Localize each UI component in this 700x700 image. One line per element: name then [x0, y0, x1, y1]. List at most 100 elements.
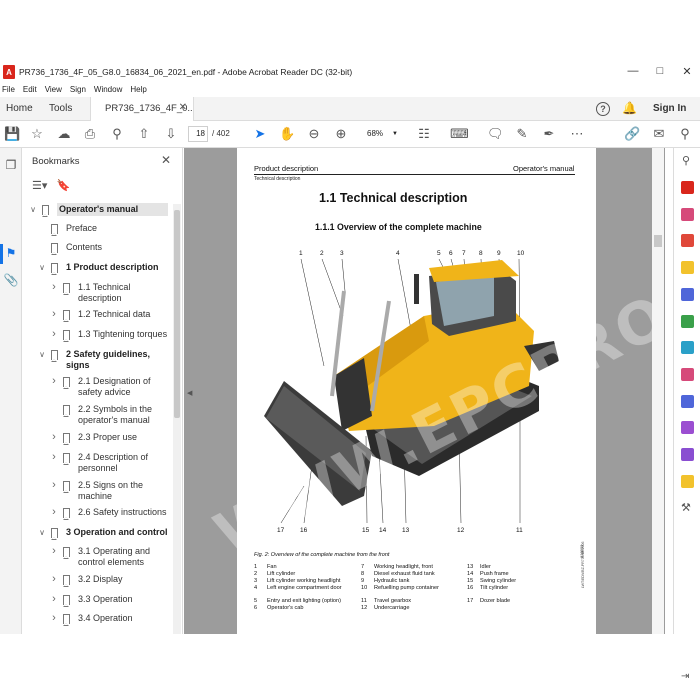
callout-number: 2 — [320, 250, 324, 257]
expand-caret-icon[interactable]: › — [50, 328, 58, 340]
bookmarks-scroll-thumb[interactable] — [174, 210, 180, 418]
bookmark-item[interactable]: 2.1 Designation of safety advice — [78, 376, 168, 398]
find-icon[interactable]: ⚲ — [109, 126, 125, 142]
menu-sign[interactable]: Sign — [70, 85, 86, 97]
create-pdf-icon[interactable] — [681, 181, 694, 194]
bookmark-item[interactable]: 3.2 Display — [78, 574, 168, 585]
bookmark-item[interactable]: 2 Safety guidelines, signs — [66, 349, 168, 371]
collapse-left-icon[interactable]: ◀ — [187, 389, 192, 397]
bookmark-item[interactable]: 2.3 Proper use — [78, 432, 168, 443]
next-page-icon[interactable]: ⇩ — [163, 126, 179, 142]
close-button[interactable]: ✕ — [679, 65, 695, 78]
document-scrollbar[interactable] — [652, 148, 664, 634]
expand-caret-icon[interactable]: › — [50, 506, 58, 518]
bookmark-item[interactable]: 1.2 Technical data — [78, 309, 168, 320]
select-arrow-icon[interactable]: ➤ — [252, 126, 268, 142]
edit-pdf-icon[interactable] — [681, 208, 694, 221]
bookmark-item[interactable]: Operator's manual — [57, 203, 168, 216]
fill-sign-icon[interactable] — [681, 368, 694, 381]
expand-caret-icon[interactable]: › — [50, 612, 58, 624]
zoom-select[interactable]: 68% ▼ — [357, 126, 403, 142]
tools-settings-icon[interactable]: ⚒ — [681, 501, 691, 514]
bookmark-item[interactable]: 2.2 Symbols in the operator's manual — [78, 404, 168, 426]
combine-files-icon[interactable] — [681, 288, 694, 301]
tab-home[interactable]: Home — [6, 103, 33, 114]
bookmark-item[interactable]: 2.5 Signs on the machine — [78, 480, 168, 502]
maximize-button[interactable]: □ — [652, 65, 668, 77]
expand-caret-icon[interactable]: › — [50, 479, 58, 491]
close-panel-icon[interactable]: ✕ — [161, 153, 171, 167]
prev-page-icon[interactable]: ⇧ — [136, 126, 152, 142]
bookmark-item[interactable]: 3.4 Operation — [78, 613, 168, 624]
expand-caret-icon[interactable]: › — [50, 281, 58, 293]
bookmark-item[interactable]: 1 Product description — [66, 262, 168, 273]
link-icon[interactable]: 🔗 — [624, 126, 640, 142]
hand-icon[interactable]: ✋ — [279, 126, 295, 142]
legend-label: Entry and exit lighting (option) — [267, 598, 342, 604]
bookmark-item[interactable]: 2.6 Safety instructions — [78, 507, 168, 518]
expand-caret-icon[interactable]: › — [50, 593, 58, 605]
menu-view[interactable]: View — [45, 85, 62, 97]
mail-icon[interactable]: ✉ — [651, 126, 667, 142]
zoom-in-icon[interactable]: ⊕ — [333, 126, 349, 142]
expand-caret-icon[interactable]: › — [50, 375, 58, 387]
expand-caret-icon[interactable]: › — [50, 451, 58, 463]
export-pdf-icon[interactable] — [681, 234, 694, 247]
tab-tools[interactable]: Tools — [49, 103, 72, 114]
comment-tool-icon[interactable] — [681, 261, 694, 274]
menu-help[interactable]: Help — [130, 85, 146, 97]
scan-icon[interactable] — [681, 341, 694, 354]
attachment-icon[interactable]: 📎 — [3, 273, 19, 289]
document-viewport[interactable]: Product description Operator's manual Te… — [184, 148, 665, 634]
bookmark-item[interactable]: 3 Operation and control — [66, 527, 168, 538]
keyboard-icon[interactable]: ⌨ — [450, 126, 469, 142]
page-number-input[interactable]: 18 — [188, 126, 208, 142]
tab-document[interactable]: PR736_1736_4F_0... ✕ — [90, 97, 194, 121]
menu-edit[interactable]: Edit — [23, 85, 37, 97]
bookmark-item[interactable]: 3.1 Operating and control elements — [78, 546, 168, 568]
organize-pages-icon[interactable] — [681, 315, 694, 328]
menu-window[interactable]: Window — [94, 85, 122, 97]
bell-icon[interactable]: 🔔 — [622, 101, 637, 115]
protect-icon[interactable] — [681, 395, 694, 408]
document-scroll-thumb[interactable] — [654, 235, 662, 247]
minimize-button[interactable]: — — [625, 65, 641, 77]
print-icon[interactable]: ⎙ — [82, 126, 98, 142]
collapse-caret-icon[interactable]: ∨ — [29, 205, 37, 214]
expand-icon[interactable]: ⇥ — [681, 671, 689, 682]
expand-caret-icon[interactable]: › — [50, 431, 58, 443]
page-display-icon[interactable]: ☷ — [416, 126, 432, 142]
bookmark-item[interactable]: 1.1 Technical description — [78, 282, 168, 304]
zoom-out-icon[interactable]: ⊖ — [306, 126, 322, 142]
highlight-pen-icon[interactable]: ✎ — [514, 126, 530, 142]
sign-in-button[interactable]: Sign In — [653, 103, 686, 114]
bookmark-star-icon[interactable]: ☆ — [29, 126, 45, 142]
collapse-caret-icon[interactable]: ∨ — [38, 350, 46, 359]
collapse-caret-icon[interactable]: ∨ — [38, 528, 46, 537]
collapse-caret-icon[interactable]: ∨ — [38, 263, 46, 272]
upload-cloud-icon[interactable]: ☁ — [56, 126, 72, 142]
help-icon[interactable]: ? — [596, 102, 610, 116]
expand-caret-icon[interactable]: › — [50, 545, 58, 557]
save-icon[interactable]: 💾 — [4, 126, 20, 142]
more-icon[interactable]: ⋯ — [569, 126, 585, 142]
comment-icon[interactable]: 🗨 — [487, 126, 504, 142]
bookmarks-icon[interactable]: ⚑ — [3, 246, 19, 262]
bookmark-item[interactable]: 2.4 Description of personnel — [78, 452, 168, 474]
bookmark-item[interactable]: Preface — [66, 223, 168, 234]
close-tab-icon[interactable]: ✕ — [179, 102, 187, 113]
expand-caret-icon[interactable]: › — [50, 308, 58, 320]
menu-file[interactable]: File — [2, 85, 15, 97]
bookmark-item[interactable]: Contents — [66, 242, 168, 253]
redact-icon[interactable] — [681, 421, 694, 434]
bookmark-item[interactable]: 1.3 Tightening torques — [78, 329, 168, 340]
send-sign-icon[interactable] — [681, 448, 694, 461]
bookmark-options-icon[interactable]: ☰▾ 🔖 — [32, 179, 70, 192]
stamp-icon[interactable] — [681, 475, 694, 488]
sign-icon[interactable]: ✒ — [541, 126, 557, 142]
bookmark-item[interactable]: 3.3 Operation — [78, 594, 168, 605]
zoom-tool-icon[interactable]: ⚲ — [682, 154, 690, 167]
expand-caret-icon[interactable]: › — [50, 573, 58, 585]
pages-icon[interactable]: ❐ — [3, 158, 19, 174]
search-user-icon[interactable]: ⚲ — [677, 126, 693, 142]
